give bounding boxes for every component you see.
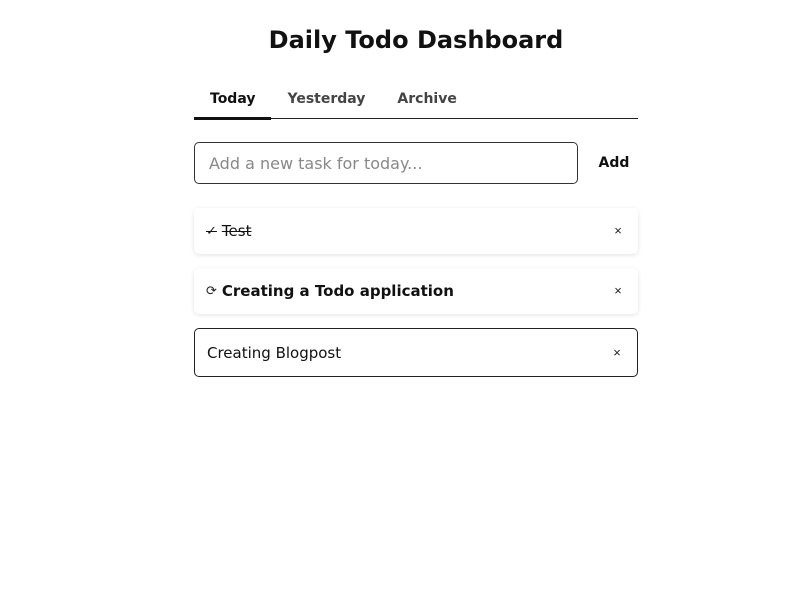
add-task-row: Add — [194, 142, 638, 184]
add-task-button[interactable]: Add — [590, 142, 638, 184]
task-done-text: ✓ Test — [206, 222, 251, 240]
delete-icon[interactable]: × — [609, 345, 625, 361]
task-list: ✓ Test × ⟳ Creating a Todo application ×… — [194, 208, 638, 391]
task-label: Test — [221, 222, 252, 240]
refresh-icon: ⟳ — [206, 283, 217, 299]
delete-icon[interactable]: × — [610, 283, 626, 299]
task-label: Creating Blogpost — [207, 343, 342, 362]
tab-yesterday[interactable]: Yesterday — [271, 84, 381, 116]
task-item-blogpost[interactable]: Creating Blogpost × — [194, 328, 638, 377]
checkmark-icon: ✓ — [206, 223, 217, 239]
task-item-test[interactable]: ✓ Test × — [194, 208, 638, 254]
task-item-todo-app[interactable]: ⟳ Creating a Todo application × — [194, 268, 638, 314]
page-title: Daily Todo Dashboard — [268, 26, 564, 54]
tab-bar: Today Yesterday Archive — [194, 84, 638, 120]
new-task-input[interactable] — [194, 142, 578, 184]
tab-today[interactable]: Today — [194, 84, 272, 120]
tab-archive[interactable]: Archive — [381, 84, 472, 116]
dashboard: Daily Todo Dashboard Today Yesterday Arc… — [0, 0, 800, 606]
delete-icon[interactable]: × — [610, 223, 626, 239]
task-label: Creating a Todo application — [221, 282, 454, 300]
